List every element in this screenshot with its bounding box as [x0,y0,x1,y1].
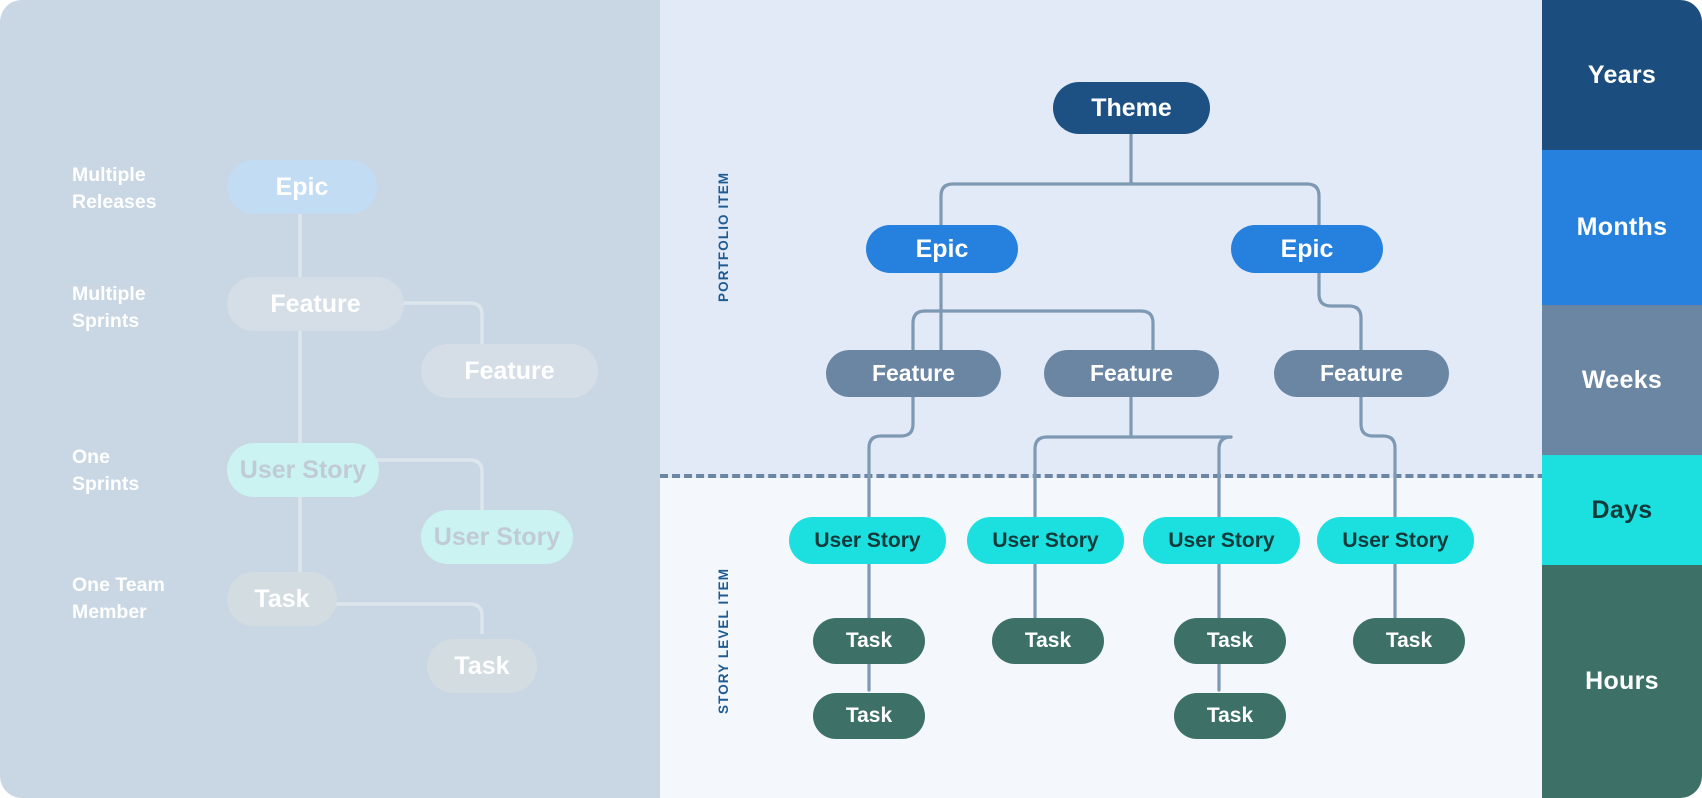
node-feature-2[interactable]: Feature [1044,350,1219,397]
node-user-story-3[interactable]: User Story [1143,517,1300,564]
node-task-6[interactable]: Task [1353,618,1465,664]
legend-node-story-2: User Story [421,510,573,564]
node-task-3[interactable]: Task [992,618,1104,664]
portfolio-item-label: PORTFOLIO ITEM [716,171,731,302]
time-band-years: Years [1542,0,1702,150]
node-task-4[interactable]: Task [1174,618,1286,664]
time-scale: Years Months Weeks Days Hours [1542,0,1702,798]
time-band-years-label: Years [1587,60,1657,89]
time-band-months-label: Months [1576,213,1668,241]
legend-panel [0,0,660,798]
legend-node-task-1: Task [227,572,337,626]
legend-node-task-2: Task [427,639,537,693]
time-band-days: Days [1542,455,1702,565]
node-task-1[interactable]: Task [813,618,925,664]
legend-caption-one-sprints: One Sprints [72,446,140,495]
time-band-hours-label: Hours [1585,667,1659,695]
node-epic-2[interactable]: Epic [1231,225,1383,273]
legend-node-feature-1: Feature [227,277,404,331]
time-band-weeks: Weeks [1542,305,1702,455]
story-level-item-label: STORY LEVEL ITEM [716,567,731,714]
node-feature-3[interactable]: Feature [1274,350,1449,397]
node-user-story-4[interactable]: User Story [1317,517,1474,564]
time-band-months: Months [1542,150,1702,305]
time-band-weeks-label: Weeks [1581,365,1663,394]
agile-hierarchy-diagram: Multiple Releases Multiple Sprints One S… [0,0,1702,798]
node-feature-1[interactable]: Feature [826,350,1001,397]
legend-node-epic: Epic [227,160,377,214]
time-band-hours: Hours [1542,565,1702,798]
node-task-5[interactable]: Task [1174,693,1286,739]
node-task-2[interactable]: Task [813,693,925,739]
legend-node-story-1: User Story [227,443,379,497]
legend-caption-multiple-sprints: Multiple Sprints [72,283,146,332]
node-epic-1[interactable]: Epic [866,225,1018,273]
legend-caption-multiple-releases: Multiple Releases [72,164,157,213]
legend-node-feature-2: Feature [421,344,598,398]
portfolio-item-panel [660,0,1542,478]
node-user-story-2[interactable]: User Story [967,517,1124,564]
time-band-days-label: Days [1591,495,1653,524]
node-user-story-1[interactable]: User Story [789,517,946,564]
node-theme[interactable]: Theme [1053,82,1210,134]
legend-caption-one-team-member: One Team Member [72,574,165,623]
